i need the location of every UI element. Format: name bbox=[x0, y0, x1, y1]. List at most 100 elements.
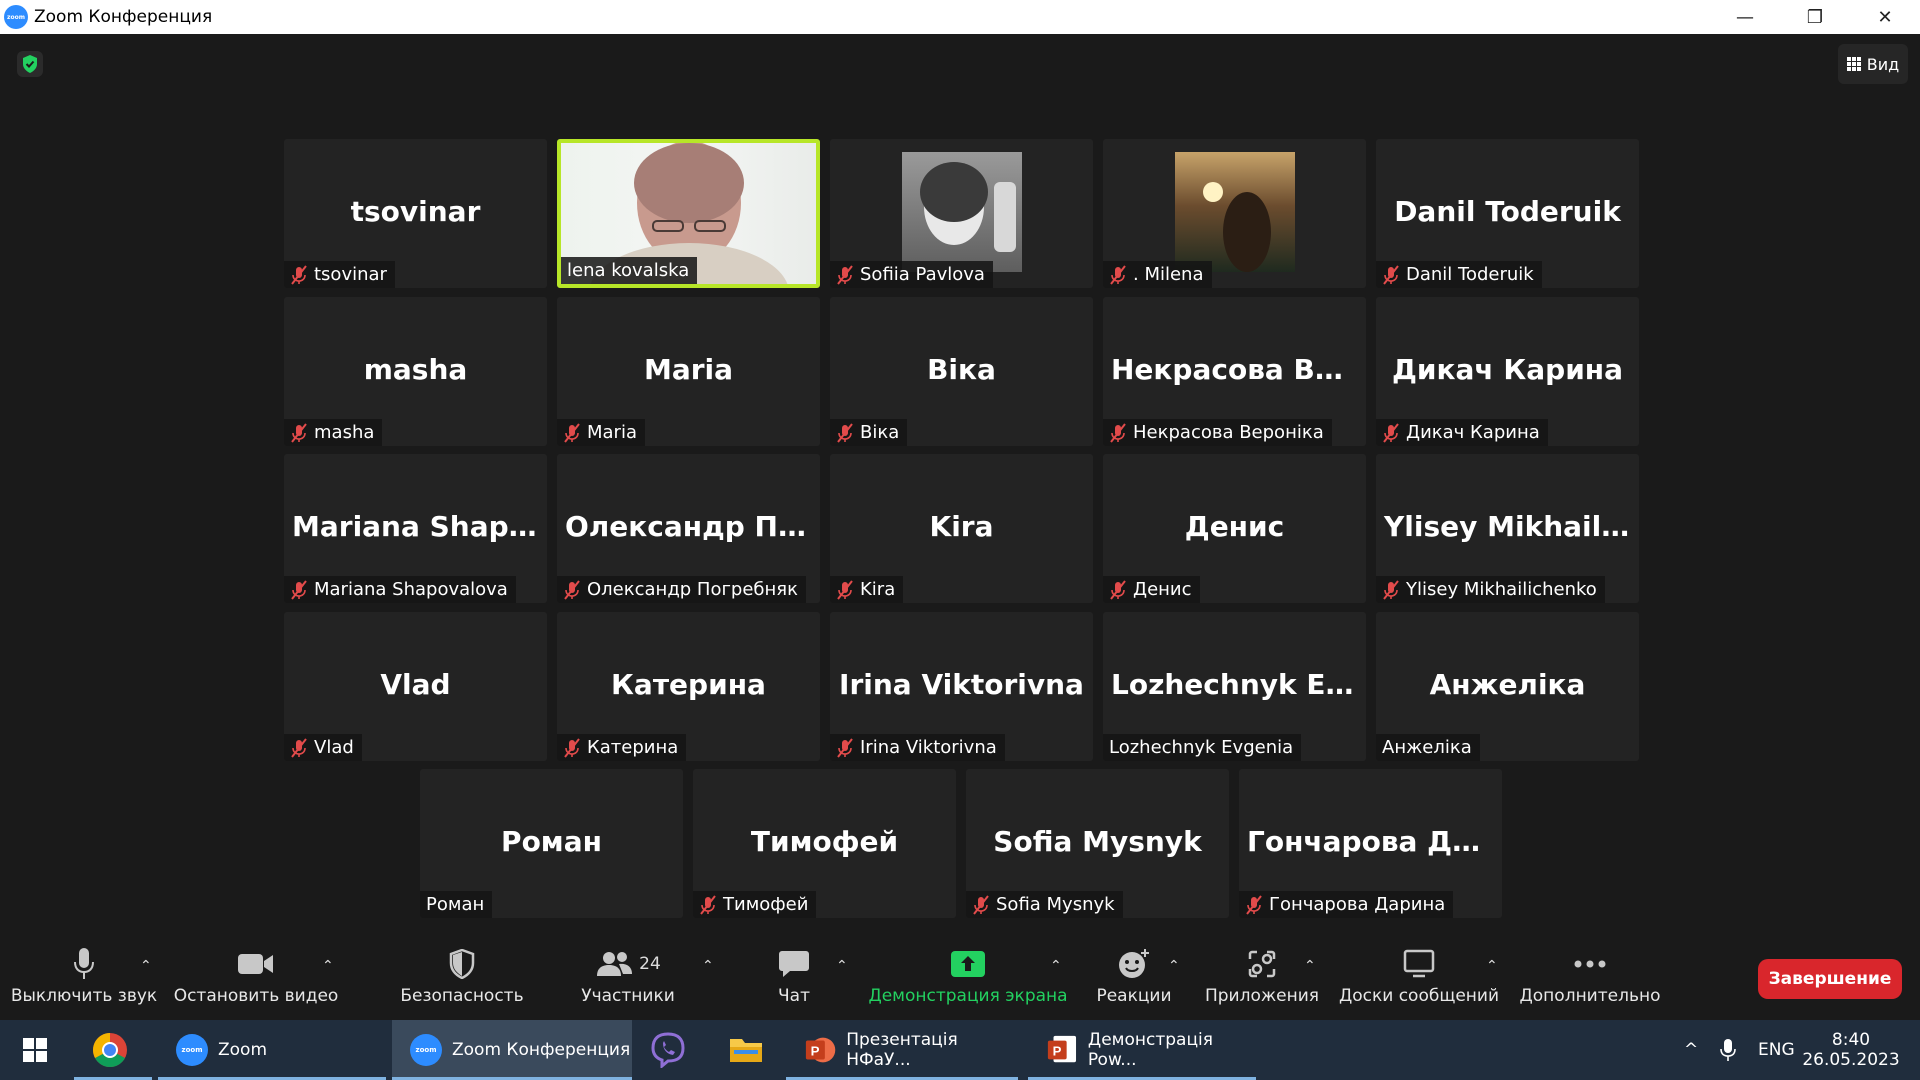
participant-name-label: Maria bbox=[557, 419, 645, 446]
participant-tile[interactable]: Mariana Shapo... Mariana Shapovalova bbox=[284, 454, 547, 603]
security-button[interactable]: Безопасность bbox=[400, 942, 524, 1020]
close-button[interactable]: ✕ bbox=[1850, 0, 1920, 34]
participant-tile[interactable]: Катерина Катерина bbox=[557, 612, 820, 761]
participants-label: Участники bbox=[581, 986, 675, 1006]
participant-tile[interactable]: Ylisey Mikhailic... Ylisey Mikhailichenko bbox=[1376, 454, 1639, 603]
participant-tile[interactable]: Гончарова Дар... Гончарова Дарина bbox=[1239, 769, 1502, 918]
chat-options-caret[interactable]: ⌃ bbox=[836, 958, 848, 974]
participant-tile[interactable]: Олександр Пог... Олександр Погребняк bbox=[557, 454, 820, 603]
chat-button[interactable]: Чат bbox=[762, 942, 826, 1020]
participant-name: Віка bbox=[860, 422, 900, 443]
audio-options-caret[interactable]: ⌃ bbox=[140, 958, 152, 974]
muted-microphone-icon bbox=[1245, 894, 1263, 915]
participant-tile[interactable]: Анжеліка Анжеліка bbox=[1376, 612, 1639, 761]
participant-tile[interactable]: Денис Денис bbox=[1103, 454, 1366, 603]
muted-microphone-icon bbox=[290, 264, 308, 285]
whiteboard-icon bbox=[1403, 942, 1435, 986]
participant-display-name: Гончарова Дар... bbox=[1247, 825, 1502, 858]
language-indicator[interactable]: ENG bbox=[1758, 1020, 1795, 1080]
window-title: Zoom Конференция bbox=[34, 7, 213, 27]
mute-button[interactable]: Выключить звук bbox=[8, 942, 160, 1020]
participant-name-label: Sofiia Pavlova bbox=[830, 261, 993, 288]
participant-display-name: Роман bbox=[501, 825, 602, 858]
participant-name-label: Дикач Карина bbox=[1376, 419, 1548, 446]
muted-microphone-icon bbox=[563, 422, 581, 443]
reactions-button[interactable]: Реакции bbox=[1090, 942, 1178, 1020]
participant-tile[interactable]: Danil Toderuik Danil Toderuik bbox=[1376, 139, 1639, 288]
reactions-options-caret[interactable]: ⌃ bbox=[1168, 958, 1180, 974]
title-bar: zoom Zoom Конференция — ❐ ✕ bbox=[0, 0, 1920, 34]
taskbar-powerpoint-1[interactable]: P Презентація НФаУ... bbox=[786, 1020, 1018, 1080]
clock-time: 8:40 bbox=[1831, 1030, 1871, 1050]
participant-tile[interactable]: . Milena bbox=[1103, 139, 1366, 288]
participant-tile[interactable]: Роман Роман bbox=[420, 769, 683, 918]
whiteboards-options-caret[interactable]: ⌃ bbox=[1486, 958, 1498, 974]
chat-bubble-icon bbox=[778, 942, 810, 986]
participant-name-label: Роман bbox=[420, 891, 493, 918]
taskbar-zoom-label: Zoom bbox=[218, 1040, 268, 1060]
apps-button[interactable]: Приложения bbox=[1204, 942, 1320, 1020]
encryption-shield-icon[interactable] bbox=[17, 51, 43, 77]
reactions-label: Реакции bbox=[1096, 986, 1172, 1006]
participant-name-label: Ylisey Mikhailichenko bbox=[1376, 576, 1605, 603]
participant-name-label: Lozhechnyk Evgenia bbox=[1103, 734, 1302, 761]
participant-name-label: Тимофей bbox=[693, 891, 817, 918]
stop-video-button[interactable]: Остановить видео bbox=[174, 942, 338, 1020]
clock[interactable]: 8:40 26.05.2023 bbox=[1802, 1020, 1899, 1080]
participant-name-label: Денис bbox=[1103, 576, 1200, 603]
participant-name-label: Анжеліка bbox=[1376, 734, 1480, 761]
muted-microphone-icon bbox=[699, 894, 717, 915]
participant-display-name: Віка bbox=[927, 353, 996, 386]
participant-tile[interactable]: Vlad Vlad bbox=[284, 612, 547, 761]
apps-options-caret[interactable]: ⌃ bbox=[1304, 958, 1316, 974]
participant-display-name: Lozhechnyk Evg... bbox=[1111, 668, 1366, 701]
windows-taskbar: zoom Zoom zoom Zoom Конференция P Презен… bbox=[0, 1020, 1920, 1080]
taskbar-zoom[interactable]: zoom Zoom bbox=[158, 1020, 386, 1080]
participant-tile[interactable]: Irina Viktorivna Irina Viktorivna bbox=[830, 612, 1093, 761]
share-screen-button[interactable]: Демонстрация экрана bbox=[868, 942, 1068, 1020]
participant-tile[interactable]: masha masha bbox=[284, 297, 547, 446]
svg-text:P: P bbox=[1053, 1044, 1062, 1059]
participant-display-name: Анжеліка bbox=[1429, 668, 1586, 701]
microphone-tray-icon[interactable] bbox=[1720, 1020, 1736, 1080]
taskbar-powerpoint-2[interactable]: P Демонстрація Pow... bbox=[1028, 1020, 1256, 1080]
participant-tile[interactable]: lena kovalska bbox=[557, 139, 820, 288]
end-meeting-button[interactable]: Завершение bbox=[1758, 959, 1902, 999]
participant-tile[interactable]: Дикач Карина Дикач Карина bbox=[1376, 297, 1639, 446]
muted-microphone-icon bbox=[1382, 579, 1400, 600]
participant-tile[interactable]: Тимофей Тимофей bbox=[693, 769, 956, 918]
taskbar-chrome[interactable] bbox=[74, 1020, 152, 1080]
participant-name-label: tsovinar bbox=[284, 261, 395, 288]
more-dots-icon bbox=[1573, 942, 1607, 986]
share-options-caret[interactable]: ⌃ bbox=[1050, 958, 1062, 974]
video-camera-icon bbox=[237, 942, 275, 986]
taskbar-viber[interactable] bbox=[632, 1020, 702, 1080]
whiteboards-button[interactable]: Доски сообщений bbox=[1338, 942, 1500, 1020]
meeting-toolbar: Выключить звук ⌃ Остановить видео ⌃ Безо… bbox=[0, 942, 1920, 1020]
muted-microphone-icon bbox=[1109, 422, 1127, 443]
video-options-caret[interactable]: ⌃ bbox=[322, 958, 334, 974]
more-button[interactable]: Дополнительно bbox=[1520, 942, 1661, 1020]
participant-display-name: Sofia Mysnyk bbox=[993, 825, 1202, 858]
participant-tile[interactable]: Некрасова Вер... Некрасова Вероніка bbox=[1103, 297, 1366, 446]
taskbar-file-explorer[interactable] bbox=[710, 1020, 780, 1080]
participant-tile[interactable]: Віка Віка bbox=[830, 297, 1093, 446]
participant-tile[interactable]: Maria Maria bbox=[557, 297, 820, 446]
show-hidden-icons[interactable]: ^ bbox=[1684, 1020, 1698, 1080]
participants-button[interactable]: 24 Участники bbox=[578, 942, 678, 1020]
participant-tile[interactable]: Sofiia Pavlova bbox=[830, 139, 1093, 288]
participant-tile[interactable]: Sofia Mysnyk Sofia Mysnyk bbox=[966, 769, 1229, 918]
security-label: Безопасность bbox=[400, 986, 524, 1006]
participants-options-caret[interactable]: ⌃ bbox=[702, 958, 714, 974]
restore-button[interactable]: ❐ bbox=[1780, 0, 1850, 34]
start-button[interactable] bbox=[6, 1020, 66, 1080]
taskbar-zoom-meeting[interactable]: zoom Zoom Конференция bbox=[392, 1020, 632, 1080]
taskbar-powerpoint-2-label: Демонстрація Pow... bbox=[1087, 1030, 1213, 1070]
minimize-button[interactable]: — bbox=[1710, 0, 1780, 34]
zoom-app-icon: zoom bbox=[176, 1034, 208, 1066]
participant-tile[interactable]: Kira Kira bbox=[830, 454, 1093, 603]
participant-name: Дикач Карина bbox=[1406, 422, 1540, 443]
participant-tile[interactable]: tsovinar tsovinar bbox=[284, 139, 547, 288]
view-button[interactable]: Вид bbox=[1838, 44, 1908, 84]
participant-tile[interactable]: Lozhechnyk Evg... Lozhechnyk Evgenia bbox=[1103, 612, 1366, 761]
